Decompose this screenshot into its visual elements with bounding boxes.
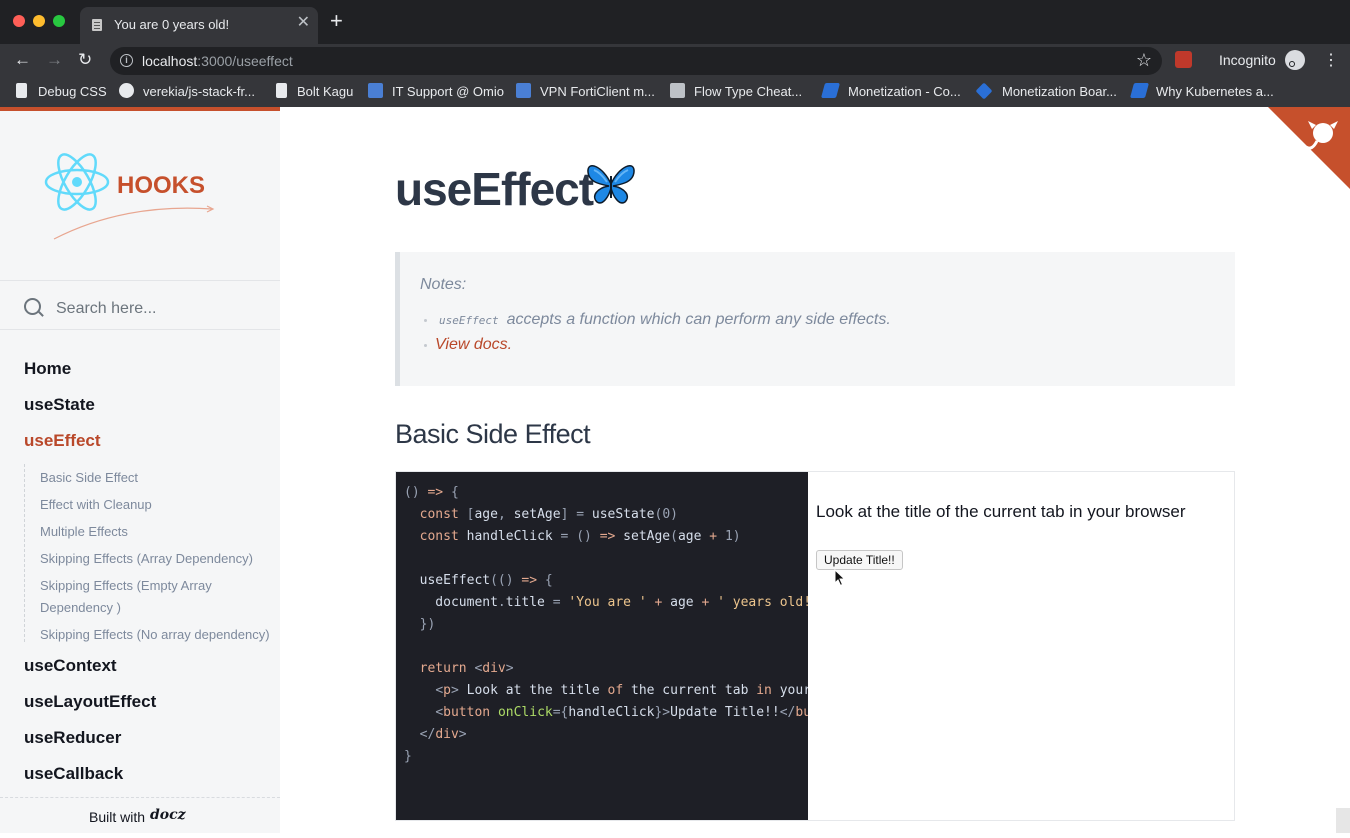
notes-title: Notes: (420, 276, 467, 293)
bookmark-item[interactable]: verekia/js-stack-fr... (143, 84, 255, 99)
browser-toolbar: ← → ↻ i localhost:3000/useeffect ☆ Incog… (0, 44, 1350, 77)
bookmark-site-icon (670, 83, 685, 98)
bookmark-item[interactable]: Monetization - Co... (848, 84, 961, 99)
code-playground: () => { const [age, setAge] = useState(0… (395, 471, 1235, 821)
bookmark-item[interactable]: Why Kubernetes a... (1156, 84, 1274, 99)
bookmark-item[interactable]: Debug CSS (38, 84, 107, 99)
sidebar-subitem-skipping-no-array[interactable]: Skipping Effects (No array dependency) (40, 624, 280, 646)
bookmark-item[interactable]: Bolt Kagu (297, 84, 353, 99)
browser-tab-bar: You are 0 years old! ✕ + (0, 0, 1350, 44)
search-box[interactable] (0, 284, 280, 334)
sidebar-item-usecallback[interactable]: useCallback (24, 764, 123, 784)
view-docs-link[interactable]: View docs. (435, 336, 512, 353)
note-item: useEffect accepts a function which can pe… (424, 311, 891, 329)
update-title-button[interactable]: Update Title!! (816, 550, 903, 570)
page-scrollbar[interactable] (1336, 808, 1350, 833)
sidebar-item-uselayouteffect[interactable]: useLayoutEffect (24, 692, 156, 712)
sidebar-item-usestate[interactable]: useState (24, 395, 95, 415)
note-text: accepts a function which can perform any… (506, 311, 891, 328)
url-text[interactable]: localhost:3000/useeffect (142, 53, 293, 69)
jira-icon (975, 82, 993, 100)
confluence-icon (1129, 83, 1150, 98)
sidebar: HOOKS Home useState useEffect Basic Side… (0, 107, 280, 833)
code-block[interactable]: () => { const [age, setAge] = useState(0… (404, 482, 808, 768)
sidebar-item-usereducer[interactable]: useReducer (24, 728, 121, 748)
bookmark-item[interactable]: Monetization Boar... (1002, 84, 1117, 99)
reload-icon[interactable]: ↻ (78, 50, 92, 70)
minimize-window-button[interactable] (33, 15, 45, 27)
maximize-window-button[interactable] (53, 15, 65, 27)
bookmark-star-icon[interactable]: ☆ (1136, 50, 1152, 71)
main-content: useEffect Notes: useEffect accepts a func… (280, 107, 1350, 833)
divider (0, 280, 280, 281)
notes-blockquote: Notes: useEffect accepts a function which… (395, 252, 1235, 386)
code-editor[interactable]: () => { const [age, setAge] = useState(0… (396, 472, 808, 820)
page-favicon-icon (92, 19, 102, 31)
hooks-logo[interactable]: HOOKS (44, 153, 219, 243)
extension-icon[interactable] (1175, 51, 1192, 68)
close-window-button[interactable] (13, 15, 25, 27)
bookmark-item[interactable]: Flow Type Cheat... (694, 84, 802, 99)
site-info-icon[interactable]: i (120, 54, 133, 67)
bookmark-site-icon (516, 83, 531, 98)
incognito-icon[interactable] (1285, 50, 1305, 70)
address-bar[interactable]: i localhost:3000/useeffect ☆ (110, 47, 1162, 75)
tab-title: You are 0 years old! (114, 17, 230, 32)
built-with-label: Built with (89, 809, 146, 825)
bookmarks-bar: Debug CSS verekia/js-stack-fr... Bolt Ka… (0, 77, 1350, 107)
bookmark-page-icon (276, 83, 287, 98)
butterfly-icon (587, 165, 635, 204)
docz-logo[interactable]: docz (150, 807, 186, 823)
sidebar-item-home[interactable]: Home (24, 359, 71, 379)
divider (0, 329, 280, 330)
sidebar-subitem-multiple-effects[interactable]: Multiple Effects (40, 521, 280, 543)
inline-code: useEffect (439, 314, 499, 327)
bookmark-item[interactable]: VPN FortiClient m... (540, 84, 655, 99)
bookmark-item[interactable]: IT Support @ Omio (392, 84, 504, 99)
search-icon (24, 298, 41, 315)
bullet-icon (424, 344, 427, 347)
close-tab-icon[interactable]: ✕ (297, 15, 310, 31)
new-tab-icon[interactable]: + (330, 10, 343, 32)
mouse-cursor-icon (834, 569, 846, 587)
preview-text: Look at the title of the current tab in … (816, 502, 1186, 521)
built-with-footer: Built with docz (0, 797, 280, 838)
bullet-icon (424, 319, 427, 322)
bookmark-site-icon (368, 83, 383, 98)
page-title: useEffect (395, 163, 594, 215)
browser-menu-icon[interactable]: ⋮ (1323, 50, 1339, 70)
github-icon (119, 83, 134, 98)
sidebar-subitem-skipping-array[interactable]: Skipping Effects (Array Dependency) (40, 548, 280, 570)
sidebar-subitem-basic-side-effect[interactable]: Basic Side Effect (40, 467, 280, 489)
sidebar-subitems: Basic Side Effect Effect with Cleanup Mu… (24, 464, 275, 642)
sidebar-item-usecontext[interactable]: useContext (24, 656, 117, 676)
github-corner-icon[interactable] (1268, 107, 1350, 189)
back-arrow-icon[interactable]: ← (14, 50, 31, 70)
live-preview: Look at the title of the current tab in … (808, 472, 1234, 820)
search-input[interactable] (54, 295, 268, 323)
browser-tab[interactable]: You are 0 years old! ✕ (80, 7, 318, 44)
sidebar-item-useeffect[interactable]: useEffect (24, 431, 101, 451)
section-title: Basic Side Effect (395, 419, 591, 449)
bookmark-page-icon (16, 83, 27, 98)
sidebar-subitem-skipping-empty-array[interactable]: Skipping Effects (Empty Array Dependency… (40, 575, 240, 619)
forward-arrow-icon[interactable]: → (46, 50, 63, 70)
confluence-icon (820, 83, 841, 98)
svg-text:HOOKS: HOOKS (117, 172, 205, 199)
note-item: View docs. (424, 336, 512, 354)
sidebar-subitem-effect-with-cleanup[interactable]: Effect with Cleanup (40, 494, 280, 516)
incognito-label: Incognito (1219, 52, 1276, 68)
